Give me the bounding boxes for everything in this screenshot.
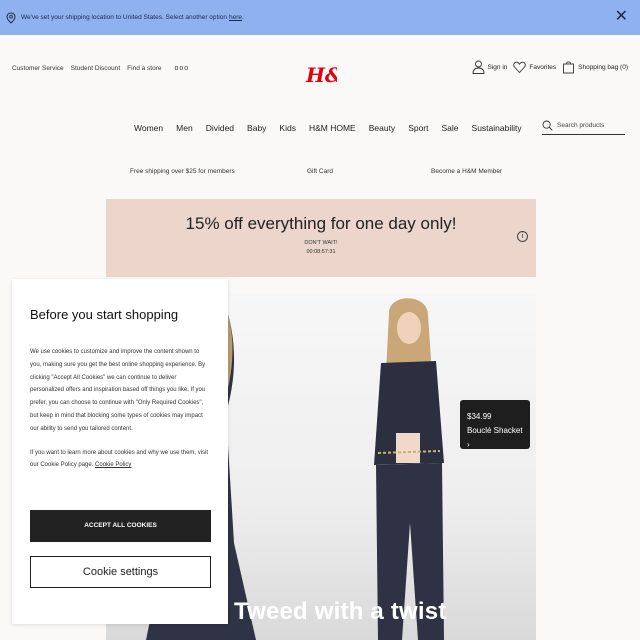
user-icon	[472, 60, 484, 74]
cookie-modal-title: Before you start shopping	[30, 307, 179, 322]
svg-text:H&M: H&M	[305, 63, 337, 87]
nav-kids[interactable]: Kids	[279, 123, 296, 133]
nav-men[interactable]: Men	[176, 123, 193, 133]
product-price: $34.99	[467, 412, 492, 421]
nav-hm-home[interactable]: H&M HOME	[309, 123, 356, 133]
become-member-link[interactable]: Become a H&M Member	[431, 168, 502, 175]
nav-divided[interactable]: Divided	[206, 123, 234, 133]
utility-links: Customer Service Student Discount Find a…	[12, 65, 189, 72]
sale-banner[interactable]: 15% off everything for one day only! DON…	[106, 199, 536, 277]
nav-sustainability[interactable]: Sustainability	[472, 123, 522, 133]
signin-link[interactable]: Sign in	[472, 60, 508, 74]
close-icon[interactable]: ✕	[615, 9, 628, 25]
sale-headline: 15% off everything for one day only!	[185, 214, 457, 233]
favorites-label: Favorites	[529, 63, 557, 71]
shipping-here-link[interactable]: here	[229, 14, 242, 21]
gift-card-link[interactable]: Gift Card	[307, 168, 333, 175]
accept-all-cookies-button[interactable]: ACCEPT ALL COOKIES	[30, 510, 211, 542]
search-icon	[542, 120, 553, 131]
sale-countdown: 00:08:57:31	[306, 249, 336, 255]
find-store-link[interactable]: Find a store	[127, 65, 161, 72]
shipping-banner-text: We've set your shipping location to Unit…	[21, 14, 227, 21]
location-pin-icon	[6, 11, 16, 24]
main-navigation: Women Men Divided Baby Kids H&M HOME Bea…	[134, 123, 535, 133]
customer-service-link[interactable]: Customer Service	[12, 65, 64, 72]
search-input[interactable]: Search products	[542, 117, 625, 135]
shopping-bag-label: Shopping bag (0)	[578, 63, 628, 71]
nav-beauty[interactable]: Beauty	[369, 123, 395, 133]
student-discount-link[interactable]: Student Discount	[71, 65, 121, 72]
nav-baby[interactable]: Baby	[247, 123, 266, 133]
signin-label: Sign in	[487, 63, 508, 71]
favorites-link[interactable]: Favorites	[513, 60, 556, 74]
search-placeholder: Search products	[557, 122, 605, 129]
cookie-settings-button[interactable]: Cookie settings	[30, 556, 211, 588]
cookie-policy-link[interactable]: Cookie Policy	[95, 462, 131, 468]
shipping-location-banner: We've set your shipping location to Unit…	[0, 0, 640, 35]
more-options-icon[interactable]: ooo	[175, 65, 190, 72]
cookie-consent-modal: Before you start shopping We use cookies…	[12, 279, 228, 624]
heart-icon	[513, 61, 527, 74]
hm-logo[interactable]: H&M	[305, 58, 337, 90]
cookie-modal-policy-text: If you want to learn more about cookies …	[30, 447, 210, 473]
shopping-bag-link[interactable]: Shopping bag (0)	[562, 60, 628, 74]
product-name-row: Bouclé Shacket ›	[467, 424, 523, 452]
hero-title: Tweed with a twist	[234, 598, 447, 625]
shipping-banner-period: .	[242, 14, 244, 21]
sale-subtext: DON'T WAIT!	[304, 240, 338, 246]
cookie-modal-body: We use cookies to customize and improve …	[30, 349, 206, 432]
nav-women[interactable]: Women	[134, 123, 163, 133]
product-name: Bouclé Shacket	[467, 426, 523, 435]
nav-sport[interactable]: Sport	[408, 123, 428, 133]
chevron-right-icon: ›	[467, 440, 470, 449]
free-shipping-link[interactable]: Free shipping over $25 for members	[130, 168, 235, 175]
shopping-bag-icon	[563, 61, 575, 74]
product-price-tag[interactable]: $34.99 Bouclé Shacket ›	[460, 400, 530, 449]
info-icon[interactable]: i	[517, 231, 528, 242]
account-tools: Sign in Favorites Shopping bag (0)	[472, 60, 628, 74]
nav-sale[interactable]: Sale	[442, 123, 459, 133]
